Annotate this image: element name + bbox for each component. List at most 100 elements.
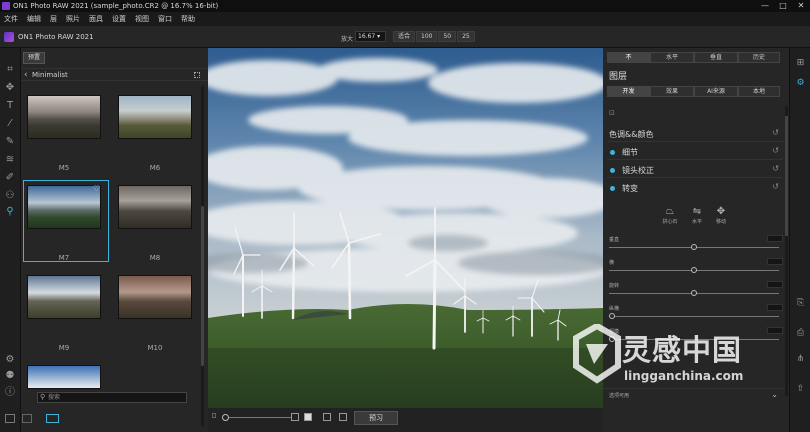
- close-button[interactable]: ✕: [792, 0, 810, 12]
- reset-icon[interactable]: ↺: [772, 164, 779, 173]
- slider-value-field[interactable]: [767, 304, 783, 311]
- navigator-icon[interactable]: ⚙: [4, 354, 16, 366]
- zoom-100-button[interactable]: 100: [416, 31, 438, 42]
- level-button[interactable]: ⇋ 水平: [686, 206, 708, 225]
- tab-none[interactable]: 不: [607, 52, 650, 63]
- menu-view[interactable]: 视图: [135, 14, 149, 24]
- help-icon[interactable]: ⓘ: [4, 387, 16, 399]
- slider-knob[interactable]: [691, 244, 697, 250]
- presets-scrollbar-thumb[interactable]: [201, 206, 204, 366]
- preset-thumbnail-next[interactable]: [27, 365, 101, 389]
- tab-local[interactable]: 本地: [738, 86, 780, 97]
- preset-thumbnail-m10[interactable]: [118, 275, 192, 319]
- retouch-brush-icon[interactable]: ✐: [4, 172, 16, 184]
- preview-button[interactable]: 预习: [354, 411, 398, 425]
- adjust-brush-icon[interactable]: ✎: [4, 136, 16, 148]
- preset-search-input[interactable]: ⚲ 搜索: [37, 392, 187, 403]
- share-icon[interactable]: ⋔: [795, 354, 806, 365]
- move-button[interactable]: ✥ 移动: [710, 206, 732, 225]
- preset-thumbnail-m9[interactable]: [27, 275, 101, 319]
- options-footer[interactable]: 选项可用 ⌄: [603, 388, 785, 402]
- text-tool-icon[interactable]: T: [4, 100, 16, 112]
- section-details[interactable]: 细节 ↺: [603, 144, 785, 160]
- filmstrip-icon[interactable]: [22, 414, 32, 423]
- back-chevron-icon[interactable]: ‹: [24, 69, 28, 81]
- send-icon[interactable]: ⇧: [795, 384, 806, 395]
- slider-scale[interactable]: 规模: [609, 327, 783, 348]
- enabled-dot-icon[interactable]: [610, 186, 615, 191]
- panel-scrollbar[interactable]: [785, 106, 788, 396]
- zoom-tool-icon[interactable]: ⚲: [4, 206, 16, 218]
- tab-develop[interactable]: 开发: [607, 86, 650, 97]
- slider-value-field[interactable]: [767, 281, 783, 288]
- chevron-down-icon[interactable]: ⌄: [771, 390, 778, 399]
- single-view-icon[interactable]: [46, 414, 59, 423]
- enabled-dot-icon[interactable]: [610, 150, 615, 155]
- slider-knob[interactable]: [609, 336, 615, 342]
- favorite-heart-icon[interactable]: ♡: [93, 184, 100, 193]
- slider-vertical[interactable]: 垂直: [609, 235, 783, 256]
- export-icon[interactable]: ⎘: [795, 298, 806, 309]
- slider-knob[interactable]: [691, 290, 697, 296]
- panel-scrollbar-thumb[interactable]: [785, 116, 788, 236]
- menu-mask[interactable]: 面具: [89, 14, 103, 24]
- gradient-icon[interactable]: ≋: [4, 154, 16, 166]
- menu-help[interactable]: 帮助: [181, 14, 195, 24]
- tab-horizontal[interactable]: 水平: [650, 52, 694, 63]
- zoom-25-button[interactable]: 25: [457, 31, 475, 42]
- edit-module-icon[interactable]: ⚙: [795, 78, 806, 89]
- reset-icon[interactable]: ↺: [772, 146, 779, 155]
- view-options-icon[interactable]: ◻: [210, 413, 218, 421]
- section-lens-correction[interactable]: 镜头校正 ↺: [603, 162, 785, 178]
- reset-icon[interactable]: ↺: [772, 128, 779, 137]
- slider-horizontal[interactable]: 横: [609, 258, 783, 279]
- tab-history[interactable]: 历史: [738, 52, 780, 63]
- crop-icon[interactable]: ⌗: [4, 64, 16, 76]
- reset-icon[interactable]: ↺: [772, 182, 779, 191]
- compare-icon[interactable]: [291, 413, 299, 421]
- panel-toggle-icon[interactable]: [5, 414, 15, 423]
- slider-rotate[interactable]: 旋转: [609, 281, 783, 302]
- slider-value-field[interactable]: [767, 258, 783, 265]
- zoom-fit-button[interactable]: 适合: [393, 31, 416, 42]
- menu-edit[interactable]: 编辑: [27, 14, 41, 24]
- photo-canvas[interactable]: [208, 48, 603, 408]
- preset-thumbnail-m6[interactable]: [118, 95, 192, 139]
- mask-view-icon[interactable]: [323, 413, 331, 421]
- people-icon[interactable]: ⚉: [4, 370, 16, 382]
- minimize-button[interactable]: —: [756, 0, 774, 12]
- tab-effects[interactable]: 效果: [650, 86, 694, 97]
- zoom-slider-knob[interactable]: [222, 414, 229, 421]
- zoom-slider-track[interactable]: [226, 417, 292, 418]
- tab-vertical[interactable]: 垂直: [694, 52, 738, 63]
- presets-scrollbar[interactable]: [201, 86, 204, 426]
- slider-track[interactable]: [609, 339, 779, 340]
- preset-thumbnail-m7[interactable]: [27, 185, 101, 229]
- preset-category-header[interactable]: ‹ Minimalist: [21, 68, 208, 81]
- lock-icon[interactable]: ⊡: [609, 109, 615, 117]
- preset-thumbnail-m5[interactable]: [27, 95, 101, 139]
- maximize-button[interactable]: □: [774, 0, 792, 12]
- enabled-dot-icon[interactable]: [610, 168, 615, 173]
- section-transform[interactable]: 转变 ↺: [603, 180, 785, 196]
- slider-value-field[interactable]: [767, 327, 783, 334]
- slider-value-field[interactable]: [767, 235, 783, 242]
- menu-file[interactable]: 文件: [4, 14, 18, 24]
- grid-view-icon[interactable]: [194, 72, 200, 78]
- slider-track[interactable]: [609, 316, 779, 317]
- menu-window[interactable]: 窗口: [158, 14, 172, 24]
- browse-icon[interactable]: ⊞: [795, 58, 806, 69]
- move-tool-icon[interactable]: ✥: [4, 82, 16, 94]
- keystone-button[interactable]: ⏢ 拱心石: [659, 206, 681, 225]
- slider-knob[interactable]: [691, 267, 697, 273]
- slider-knob[interactable]: [609, 313, 615, 319]
- masking-brush-icon[interactable]: ⁄: [4, 118, 16, 130]
- menu-photo[interactable]: 照片: [66, 14, 80, 24]
- preset-thumbnail-m8[interactable]: [118, 185, 192, 229]
- zoom-select[interactable]: 16.67 ▾: [355, 31, 386, 42]
- grid-overlay-icon[interactable]: [339, 413, 347, 421]
- menu-settings[interactable]: 设置: [112, 14, 126, 24]
- print-icon[interactable]: ⎙: [795, 328, 806, 339]
- tab-presets[interactable]: 预置: [23, 52, 45, 64]
- clipping-icon[interactable]: [304, 413, 312, 421]
